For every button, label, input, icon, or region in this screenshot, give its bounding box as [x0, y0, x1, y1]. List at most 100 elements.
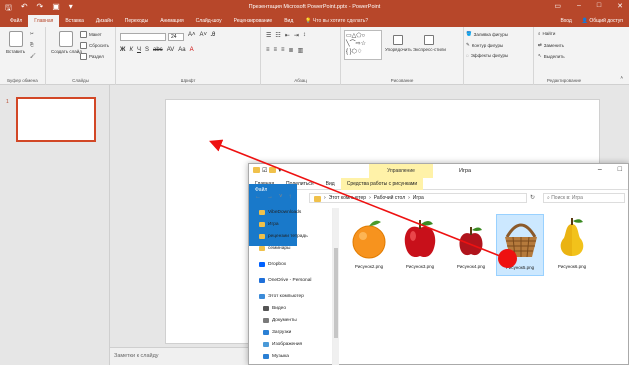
file-explorer-window[interactable]: ☑ ▾ Управление Игра – □ Файл Главная Под… — [248, 163, 629, 365]
font-name-input[interactable] — [120, 33, 166, 41]
recent-dropdown-icon[interactable]: ˅ — [279, 194, 283, 200]
slide-thumbnail[interactable] — [16, 97, 96, 142]
file-item[interactable]: Рисунок3.png — [396, 214, 444, 276]
sign-in-link[interactable]: Вход — [560, 15, 571, 27]
shape-fill-button[interactable]: 🪣 Заливка фигуры — [466, 31, 508, 37]
reset-button[interactable]: Сбросить — [80, 42, 109, 49]
new-folder-icon[interactable] — [269, 167, 277, 173]
spacing-icon[interactable]: AV — [167, 47, 175, 53]
shadow-icon[interactable]: S — [145, 47, 149, 53]
qat-dropdown-icon[interactable]: ▾ — [278, 167, 281, 174]
tab-design[interactable]: Дизайн — [90, 15, 119, 27]
tab-file[interactable]: Файл — [4, 15, 28, 27]
quick-styles-button[interactable]: Экспресс-стили — [413, 35, 446, 52]
nav-item[interactable]: Загрузки — [263, 330, 291, 335]
case-icon[interactable]: Aa — [178, 47, 185, 53]
indent-decrease-icon[interactable]: ⇤ — [285, 32, 290, 39]
align-right-icon[interactable]: ≡ — [281, 47, 285, 54]
navigation-scrollbar[interactable] — [333, 208, 339, 365]
line-spacing-icon[interactable]: ↕ — [303, 32, 306, 39]
justify-icon[interactable]: ≣ — [289, 47, 294, 54]
select-button[interactable]: ↖ Выделить — [538, 53, 565, 59]
nav-item[interactable]: VibeDownloads — [259, 210, 301, 215]
font-size-input[interactable]: 24 — [168, 33, 184, 41]
indent-increase-icon[interactable]: ⇥ — [294, 32, 299, 39]
nav-item[interactable]: Видео — [263, 306, 286, 311]
explorer-tab-picture-tools[interactable]: Средства работы с рисунками — [340, 177, 424, 190]
shrink-font-icon[interactable]: A˅ — [200, 32, 208, 39]
nav-item[interactable]: Документы — [263, 318, 297, 323]
shapes-gallery[interactable]: ▭△⬠○ ╲⌒⇨☆{ }⬡♢ — [344, 30, 382, 60]
bullets-icon[interactable]: ☰ — [266, 32, 271, 39]
tab-animations[interactable]: Анимация — [154, 15, 189, 27]
section-button[interactable]: Раздел — [80, 53, 104, 60]
nav-item[interactable]: семинары — [259, 246, 290, 251]
tab-transitions[interactable]: Переходы — [119, 15, 154, 27]
tab-review[interactable]: Рецензирование — [228, 15, 279, 27]
forward-arrow-icon[interactable]: → — [267, 194, 273, 200]
font-color-icon[interactable]: A — [190, 47, 194, 53]
columns-icon[interactable]: ▥ — [298, 47, 304, 54]
file-item[interactable]: Рисунок4.png — [447, 214, 495, 276]
close-button[interactable]: ✕ — [617, 2, 623, 10]
explorer-maximize-button[interactable]: □ — [618, 166, 622, 173]
nav-item[interactable]: Музыка — [263, 354, 289, 359]
maximize-button[interactable]: □ — [597, 2, 601, 10]
nav-item[interactable]: OneDrive - Personal — [259, 278, 311, 283]
properties-icon[interactable]: ☑ — [262, 167, 267, 174]
share-button[interactable]: 👤 Общий доступ — [582, 15, 623, 27]
file-item[interactable]: Рисунок6.png — [548, 214, 596, 276]
breadcrumb-this-pc[interactable]: Этот компьютер — [329, 194, 366, 202]
ribbon-display-icon[interactable]: ▭ — [554, 2, 561, 10]
breadcrumb-folder[interactable]: Игра — [413, 194, 424, 202]
underline-icon[interactable]: Ч — [137, 47, 141, 53]
replace-button[interactable]: ⇄ Заменить — [538, 42, 564, 48]
paste-button[interactable]: Вставить — [6, 31, 25, 54]
grow-font-icon[interactable]: A˄ — [188, 32, 196, 39]
align-left-icon[interactable]: ≡ — [266, 47, 270, 54]
up-arrow-icon[interactable]: ↑ — [289, 194, 292, 200]
format-painter-icon[interactable]: 🖌 — [30, 53, 36, 59]
find-button[interactable]: ⌕ Найти — [538, 31, 555, 36]
align-center-icon[interactable]: ≡ — [274, 47, 278, 54]
shape-outline-button[interactable]: ✎ Контур фигуры — [466, 42, 503, 48]
copy-icon[interactable]: ⎘ — [30, 42, 34, 47]
shape-effects-button[interactable]: ◌ Эффекты фигуры — [466, 53, 508, 58]
nav-item[interactable]: рецензии тетрадь — [259, 234, 308, 239]
tab-home[interactable]: Главная — [28, 15, 60, 27]
numbering-icon[interactable]: ☷ — [275, 32, 280, 39]
explorer-tab-view[interactable]: Вид — [320, 178, 341, 190]
explorer-minimize-button[interactable]: – — [598, 166, 602, 173]
breadcrumb-desktop[interactable]: Рабочий стол — [374, 194, 405, 202]
tell-me-text: Что вы хотите сделать? — [312, 18, 369, 24]
arrange-button[interactable]: Упорядочить — [385, 35, 412, 52]
cut-icon[interactable]: ✂ — [30, 31, 34, 37]
address-bar[interactable]: › Этот компьютер › Рабочий стол › Игра — [309, 193, 527, 203]
bold-icon[interactable]: Ж — [120, 47, 125, 53]
collapse-ribbon-icon[interactable]: ˄ — [620, 75, 623, 80]
explorer-navigation-pane: VibeDownloads Игра рецензии тетрадь семинар… — [249, 208, 333, 365]
italic-icon[interactable]: К — [129, 47, 133, 53]
strikethrough-icon[interactable]: abc — [153, 47, 163, 53]
clear-format-icon[interactable]: Ꭿ — [211, 32, 215, 39]
nav-item[interactable]: Изображения — [263, 342, 302, 347]
nav-item[interactable]: Игра — [259, 222, 279, 227]
manage-context-tab[interactable]: Управление — [369, 164, 433, 178]
back-arrow-icon[interactable]: ← — [255, 194, 261, 200]
tell-me-box[interactable]: 💡 Что вы хотите сделать? — [305, 18, 368, 24]
explorer-title-bar: ☑ ▾ Управление Игра – □ — [249, 164, 628, 178]
scrollbar-thumb[interactable] — [334, 248, 338, 338]
layout-button[interactable]: Макет — [80, 31, 102, 38]
nav-item[interactable]: Dropbox — [259, 262, 286, 267]
refresh-icon[interactable]: ↻ — [530, 194, 535, 201]
nav-item[interactable]: Этот компьютер — [259, 294, 304, 299]
tab-slideshow[interactable]: Слайд-шоу — [190, 15, 228, 27]
tab-insert[interactable]: Вставка — [59, 15, 90, 27]
new-slide-button[interactable]: Создать слайд — [51, 31, 82, 54]
minimize-button[interactable]: – — [577, 2, 581, 10]
nav-item-label: Видео — [272, 306, 287, 311]
file-item[interactable]: Рисунок2.png — [345, 214, 393, 276]
explorer-search-input[interactable]: ⌕ Поиск в: Игра — [543, 193, 625, 203]
title-bar: 🖫 ↶ ↷ ▣ ▾ Презентация Microsoft PowerPoi… — [0, 0, 629, 15]
tab-view[interactable]: Вид — [278, 15, 299, 27]
